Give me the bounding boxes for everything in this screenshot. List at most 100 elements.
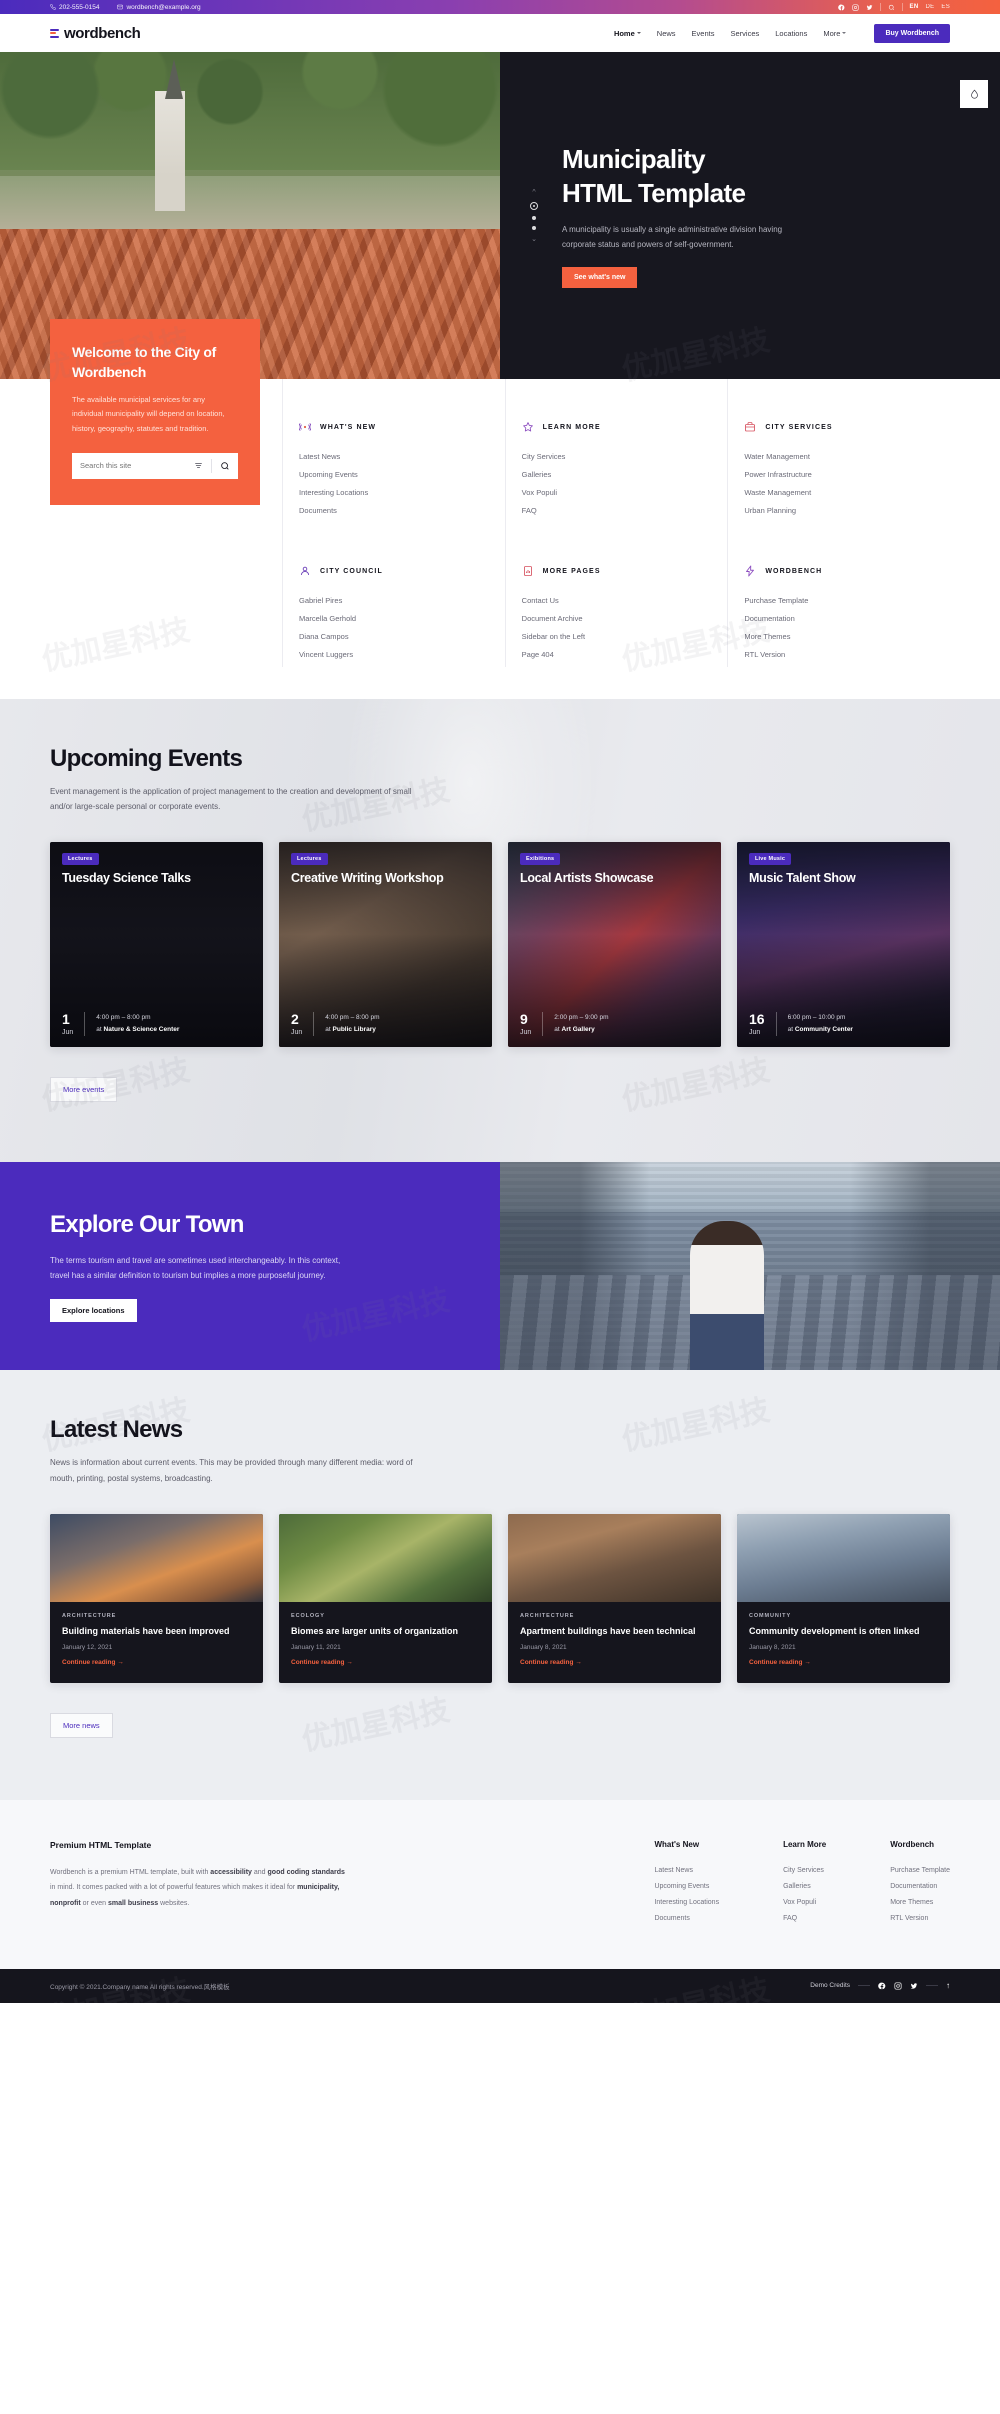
about-seg-5: websites. [158,1899,190,1907]
news-card[interactable]: ARCHITECTURE Apartment buildings have be… [508,1513,721,1683]
list-item[interactable]: More Themes [744,627,942,645]
footer-column-title: What's New [654,1839,700,1849]
event-divider [542,1012,544,1037]
search-icon[interactable] [888,4,895,11]
filter-icon[interactable] [194,461,203,470]
buy-wordbench-button[interactable]: Buy Wordbench [874,23,950,43]
list-item[interactable]: Water Management [744,447,942,465]
site-logo[interactable]: wordbench [50,25,141,42]
list-item[interactable]: RTL Version [890,1911,950,1927]
list-item[interactable]: Vincent Luggers [299,645,497,663]
nav-item-services[interactable]: Services [730,29,759,38]
slider-dot-2[interactable] [532,215,536,220]
list-item[interactable]: Documentation [744,609,942,627]
lang-es[interactable]: ES [941,4,950,10]
chevron-down-icon [636,32,641,34]
slider-dot-1[interactable] [530,201,538,210]
instagram-icon[interactable] [894,1982,902,1990]
continue-reading-link[interactable]: Continue reading → [749,1659,811,1666]
list-item[interactable]: Gabriel Pires [299,591,497,609]
list-item[interactable]: Page 404 [522,645,720,663]
news-card[interactable]: COMMUNITY Community development is often… [737,1513,950,1683]
more-events-button[interactable]: More events [50,1077,118,1103]
more-news-button[interactable]: More news [50,1712,113,1738]
event-card[interactable]: Lectures Creative Writing Workshop 2 Jun… [279,842,492,1048]
list-item[interactable]: Galleries [522,465,720,483]
event-card[interactable]: Live Music Music Talent Show 16 Jun 6:00… [737,842,950,1048]
site-search-box[interactable] [72,452,238,479]
list-item[interactable]: Sidebar on the Left [522,627,720,645]
list-item[interactable]: Documentation [890,1879,950,1895]
see-whats-new-button[interactable]: See what's new [562,266,638,288]
list-item[interactable]: Contact Us [522,591,720,609]
continue-reading-link[interactable]: Continue reading → [520,1659,582,1666]
list-item[interactable]: Urban Planning [744,501,942,519]
section-paragraph-events: Event management is the application of p… [50,787,412,812]
demo-credits-link[interactable]: Demo Credits [810,1982,850,1989]
nav-item-home[interactable]: Home [614,29,641,38]
hero-title: Municipality HTML Template [562,143,1000,210]
continue-reading-link[interactable]: Continue reading → [291,1659,353,1666]
quicklink-title: WHAT'S NEW [320,423,377,431]
facebook-icon[interactable] [837,4,845,11]
nav-label-more: More [823,28,841,38]
list-item[interactable]: FAQ [522,501,720,519]
list-item[interactable]: Marcella Gerhold [299,609,497,627]
list-item[interactable]: RTL Version [744,645,942,663]
list-item[interactable]: Document Archive [522,609,720,627]
search-input[interactable] [80,461,194,471]
list-item[interactable]: City Services [522,447,720,465]
arrow-up-icon[interactable]: ↑ [946,1981,950,1990]
lang-en[interactable]: EN [910,4,919,10]
hero-slider-controls[interactable]: ^ ⌄ [530,189,538,243]
event-date: 2 Jun [291,1012,302,1036]
theme-color-switcher-button[interactable] [960,80,988,108]
nav-item-events[interactable]: Events [692,29,715,38]
broadcast-icon [299,421,311,433]
news-card-row: ARCHITECTURE Building materials have bee… [50,1513,950,1683]
list-item[interactable]: Documents [299,501,497,519]
list-item[interactable]: Galleries [783,1879,826,1895]
list-item[interactable]: Upcoming Events [299,465,497,483]
news-card[interactable]: ECOLOGY Biomes are larger units of organ… [279,1513,492,1683]
event-card[interactable]: Exibitions Local Artists Showcase 9 Jun … [508,842,721,1048]
list-item[interactable]: Purchase Template [890,1863,950,1879]
list-item[interactable]: City Services [783,1863,826,1879]
continue-reading-link[interactable]: Continue reading → [62,1659,124,1666]
explore-locations-button[interactable]: Explore locations [50,1299,137,1323]
news-date: January 12, 2021 [62,1643,113,1651]
slider-prev-icon[interactable]: ^ [532,189,535,196]
list-item[interactable]: FAQ [783,1911,826,1927]
phone-contact[interactable]: 202-555-0154 [50,4,99,11]
list-item[interactable]: Latest News [299,447,497,465]
news-date: January 8, 2021 [520,1643,567,1651]
list-item[interactable]: Vox Populi [522,483,720,501]
lang-de[interactable]: DE [925,4,934,10]
list-item[interactable]: Upcoming Events [654,1879,719,1895]
news-card[interactable]: ARCHITECTURE Building materials have bee… [50,1513,263,1683]
slider-dot-3[interactable] [532,225,536,230]
list-item[interactable]: More Themes [890,1895,950,1911]
event-card[interactable]: Lectures Tuesday Science Talks 1 Jun 4:0… [50,842,263,1048]
list-item[interactable]: Power Infrastructure [744,465,942,483]
list-item[interactable]: Diana Campos [299,627,497,645]
twitter-icon[interactable] [910,1982,918,1990]
nav-item-news[interactable]: News [657,29,676,38]
chart-clipboard-icon [522,565,534,577]
twitter-icon[interactable] [866,4,873,11]
nav-item-more[interactable]: More [823,28,847,38]
list-item[interactable]: Documents [654,1911,719,1927]
list-item[interactable]: Interesting Locations [299,483,497,501]
slider-next-icon[interactable]: ⌄ [531,236,537,243]
search-icon[interactable] [220,461,230,471]
list-item[interactable]: Purchase Template [744,591,942,609]
list-item[interactable]: Latest News [654,1863,719,1879]
list-item[interactable]: Waste Management [744,483,942,501]
footer-divider-1 [858,1985,870,1987]
facebook-icon[interactable] [878,1982,886,1990]
list-item[interactable]: Interesting Locations [654,1895,719,1911]
nav-item-locations[interactable]: Locations [775,29,807,38]
email-contact[interactable]: wordbench@example.org [117,4,201,11]
list-item[interactable]: Vox Populi [783,1895,826,1911]
instagram-icon[interactable] [851,3,859,11]
